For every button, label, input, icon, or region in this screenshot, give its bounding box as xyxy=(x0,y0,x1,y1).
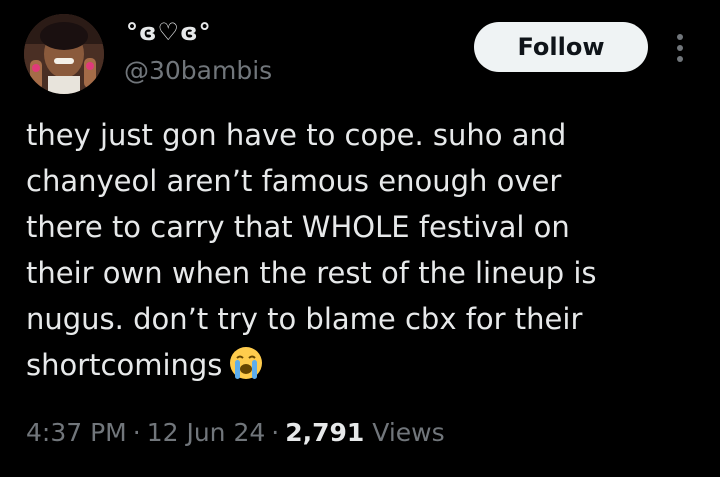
avatar-photo xyxy=(24,14,104,94)
views-count: 2,791 xyxy=(285,418,365,447)
loudly-crying-face-icon xyxy=(230,347,263,379)
more-dot xyxy=(677,45,683,51)
tweet-text-line: their own when the rest of the lineup is xyxy=(26,256,597,290)
meta-separator: · xyxy=(271,418,280,447)
meta-separator: · xyxy=(132,418,141,447)
tweet-text-last-line: shortcomings xyxy=(26,342,706,388)
tweet-card: °ɞ♡ɞ° @30bambis Follow they just gon hav… xyxy=(0,0,720,477)
tweet-text-line: there to carry that WHOLE festival on xyxy=(26,210,570,244)
tweet-meta: 4:37 PM · 12 Jun 24 · 2,791 Views xyxy=(26,418,445,447)
avatar[interactable] xyxy=(24,14,104,94)
more-dot xyxy=(677,34,683,40)
author-handle[interactable]: @30bambis xyxy=(124,56,272,85)
tweet-text-line: they just gon have to cope. suho and xyxy=(26,118,567,152)
more-dot xyxy=(677,56,683,62)
tweet-text-line: shortcomings xyxy=(26,348,223,382)
follow-button[interactable]: Follow xyxy=(474,22,648,72)
tweet-text-line: chanyeol aren’t famous enough over xyxy=(26,164,562,198)
tweet-text-line: nugus. don’t try to blame cbx for their xyxy=(26,302,583,336)
tweet-text: they just gon have to cope. suho and cha… xyxy=(26,112,706,388)
tweet-time[interactable]: 4:37 PM xyxy=(26,418,127,447)
views-label: Views xyxy=(372,418,445,447)
more-options-icon[interactable] xyxy=(668,30,692,66)
tweet-date[interactable]: 12 Jun 24 xyxy=(147,418,266,447)
author-display-name[interactable]: °ɞ♡ɞ° xyxy=(126,18,212,46)
